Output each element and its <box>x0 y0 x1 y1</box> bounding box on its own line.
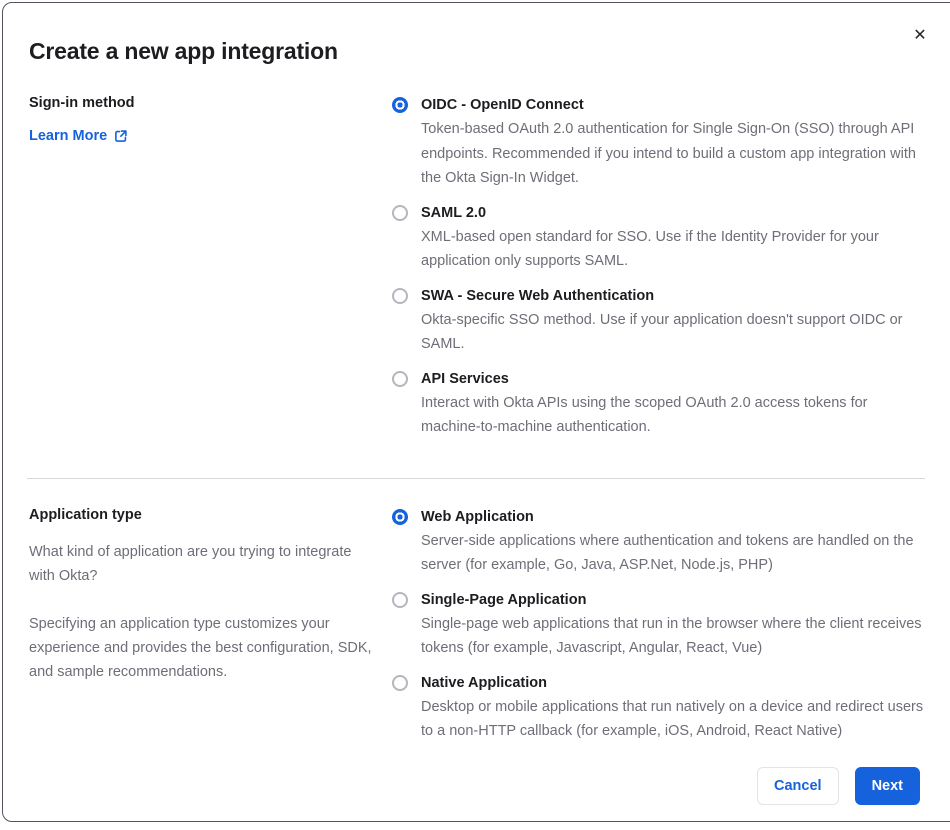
page-title: Create a new app integration <box>29 38 338 64</box>
radio-option-label: SAML 2.0 <box>421 204 487 221</box>
radio-option-description: Interact with Okta APIs using the scoped… <box>421 394 868 436</box>
dialog-footer: Cancel Next <box>3 767 950 805</box>
radio-unselected-icon[interactable] <box>392 287 408 304</box>
radio-option-api-services[interactable]: API Services Interact with Okta APIs usi… <box>392 367 931 440</box>
radio-unselected-icon[interactable] <box>392 591 408 608</box>
section-divider <box>27 477 925 479</box>
radio-unselected-icon[interactable] <box>392 674 408 691</box>
radio-selected-icon[interactable] <box>392 508 408 525</box>
radio-option-oidc[interactable]: OIDC - OpenID Connect Token-based OAuth … <box>392 93 931 191</box>
radio-option-swa[interactable]: SWA - Secure Web Authentication Okta-spe… <box>392 284 931 357</box>
radio-option-native-application[interactable]: Native Application Desktop or mobile app… <box>392 671 931 744</box>
radio-selected-icon[interactable] <box>392 97 408 113</box>
application-type-explanation: Specifying an application type customize… <box>29 615 372 680</box>
next-button[interactable]: Next <box>854 767 920 805</box>
radio-option-label: Web Application <box>421 508 534 525</box>
radio-option-description: XML-based open standard for SSO. Use if … <box>421 228 879 270</box>
application-type-options: Web Application Server-side applications… <box>392 505 931 744</box>
cancel-button[interactable]: Cancel <box>757 767 839 805</box>
radio-option-single-page-application[interactable]: Single-Page Application Single-page web … <box>392 588 931 661</box>
radio-option-description: Desktop or mobile applications that run … <box>421 698 924 740</box>
radio-option-label: API Services <box>421 370 509 387</box>
sign-in-method-heading: Sign-in method <box>29 95 135 111</box>
radio-option-web-application[interactable]: Web Application Server-side applications… <box>392 505 931 578</box>
radio-unselected-icon[interactable] <box>392 370 408 387</box>
radio-option-label: OIDC - OpenID Connect <box>421 97 584 113</box>
learn-more-link[interactable]: Learn More <box>29 128 128 144</box>
radio-option-description: Server-side applications where authentic… <box>421 532 914 574</box>
radio-unselected-icon[interactable] <box>392 204 408 221</box>
radio-option-description: Okta-specific SSO method. Use if your ap… <box>421 311 903 353</box>
radio-option-label: Native Application <box>421 674 547 691</box>
learn-more-label: Learn More <box>29 128 108 144</box>
radio-option-label: SWA - Secure Web Authentication <box>421 287 655 304</box>
radio-option-saml[interactable]: SAML 2.0 XML-based open standard for SSO… <box>392 201 931 274</box>
sign-in-method-section: Sign-in method Learn More OIDC - OpenID … <box>29 93 931 440</box>
application-type-left-column: Application type What kind of applicatio… <box>29 505 392 744</box>
application-type-section: Application type What kind of applicatio… <box>29 505 931 744</box>
radio-option-description: Token-based OAuth 2.0 authentication for… <box>421 121 916 186</box>
close-icon[interactable]: ✕ <box>906 21 934 49</box>
external-link-icon <box>114 129 128 143</box>
application-type-heading: Application type <box>29 506 142 523</box>
radio-option-label: Single-Page Application <box>421 591 587 608</box>
radio-option-description: Single-page web applications that run in… <box>421 615 922 657</box>
sign-in-method-options: OIDC - OpenID Connect Token-based OAuth … <box>392 93 931 440</box>
application-type-question: What kind of application are you trying … <box>29 543 352 584</box>
sign-in-method-left-column: Sign-in method Learn More <box>29 93 392 440</box>
create-app-integration-dialog: ✕ Create a new app integration Sign-in m… <box>2 2 950 822</box>
